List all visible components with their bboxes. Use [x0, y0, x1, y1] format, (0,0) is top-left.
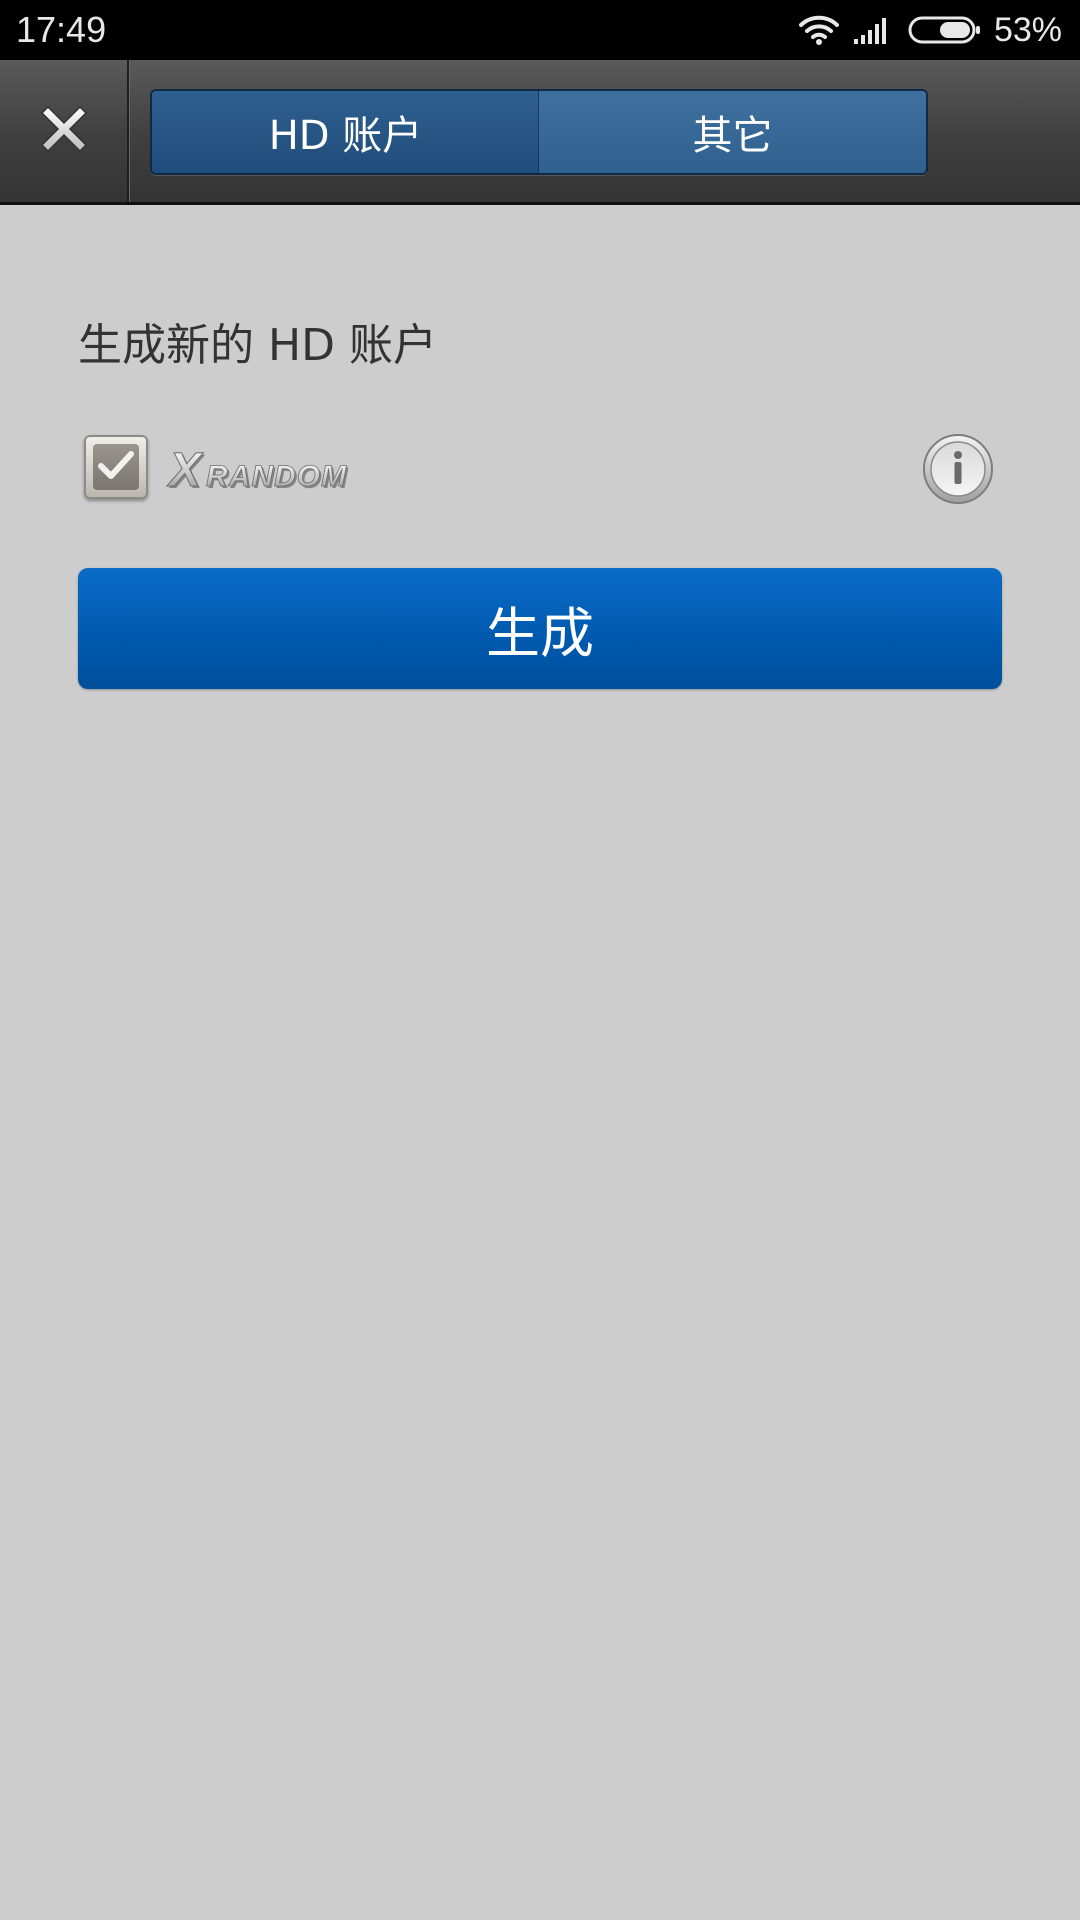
tab-hd-account[interactable]: HD 账户: [152, 91, 539, 173]
tab-other-label: 其它: [692, 113, 773, 159]
tab-hd-account-label: HD 账户: [268, 113, 423, 159]
status-icons: 53%: [798, 8, 1062, 52]
generate-button-label: 生成: [486, 602, 594, 665]
info-button[interactable]: [922, 433, 994, 505]
top-toolbar: HD 账户 其它: [0, 60, 1080, 205]
tab-other[interactable]: 其它: [539, 91, 926, 173]
close-button[interactable]: [0, 60, 129, 202]
info-icon: [922, 434, 994, 509]
signal-icon: [852, 15, 892, 45]
checkmark-icon: [97, 448, 135, 486]
xrandom-checkbox[interactable]: [84, 435, 148, 499]
xrandom-logo: X X RANDOM RANDOM: [166, 440, 386, 500]
svg-text:X: X: [166, 444, 204, 497]
battery-percent: 53%: [993, 11, 1062, 49]
checkbox-inner: [93, 444, 139, 490]
generate-button[interactable]: 生成: [78, 568, 1002, 689]
battery-icon: [908, 15, 982, 45]
account-tabs: HD 账户 其它: [150, 89, 928, 175]
status-time: 17:49: [16, 9, 107, 50]
page-title: 生成新的 HD 账户: [78, 320, 437, 371]
screen: 17:49 53% HD 账户 其它 生成新的 HD 账户 X X RANDOM…: [0, 0, 1080, 1920]
svg-text:RANDOM: RANDOM: [206, 460, 347, 493]
status-bar: 17:49 53%: [0, 0, 1080, 60]
wifi-icon: [798, 13, 840, 47]
close-icon: [34, 99, 94, 163]
